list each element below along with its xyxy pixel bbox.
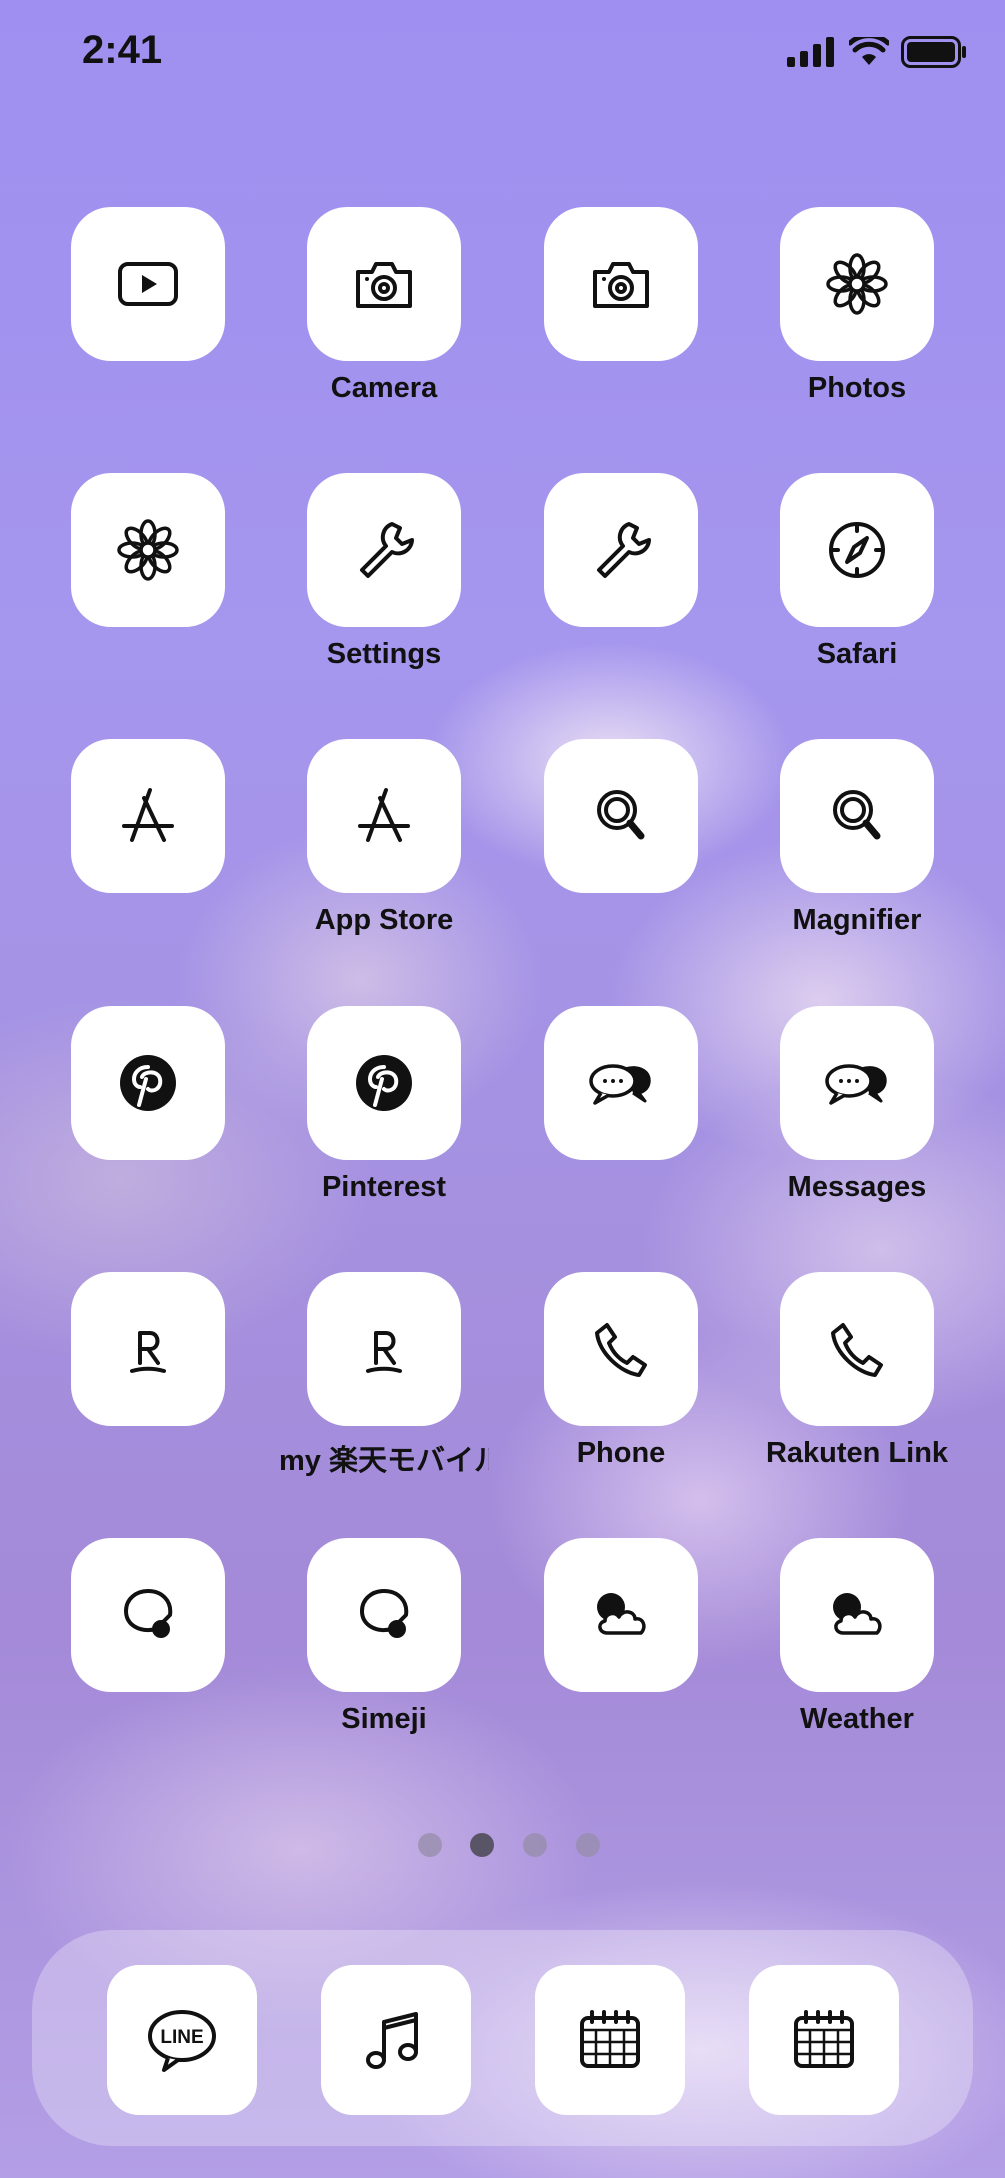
battery-icon (901, 36, 966, 68)
rakuten-r-icon (366, 1331, 402, 1373)
simeji-icon (124, 1589, 173, 1638)
app-label: my 楽天モバイル (279, 1445, 489, 1477)
phone-icon (831, 1323, 883, 1377)
weather-icon (833, 1593, 882, 1635)
calendar-icon (794, 2010, 854, 2068)
youtube-icon (118, 262, 178, 306)
app-icon-simeji[interactable] (71, 1538, 225, 1692)
app-label: Settings (326, 638, 442, 670)
app-icon-camera[interactable] (307, 207, 461, 361)
calendar-icon (580, 2010, 640, 2068)
rakuten-r-icon (130, 1331, 166, 1373)
app-label: Camera (330, 372, 438, 404)
app-icon-pinterest[interactable] (307, 1006, 461, 1160)
app-icon-chat-bubbles[interactable] (780, 1006, 934, 1160)
app-icon-wrench[interactable] (544, 473, 698, 627)
page-indicator[interactable] (0, 1833, 1005, 1859)
flower-icon (826, 253, 888, 315)
app-icon-simeji[interactable] (307, 1538, 461, 1692)
pinterest-icon (356, 1055, 412, 1111)
app-icon-pinterest[interactable] (71, 1006, 225, 1160)
dock-app-calendar[interactable] (535, 1965, 685, 2115)
app-icon-compass[interactable] (780, 473, 934, 627)
status-time: 2:41 (82, 28, 163, 72)
dock-app-line[interactable]: LINE (107, 1965, 257, 2115)
app-icon-flower[interactable] (780, 207, 934, 361)
app-store-icon (122, 788, 174, 842)
app-icon-phone[interactable] (544, 1272, 698, 1426)
app-label: Photos (807, 372, 907, 404)
app-icon-rakuten-r[interactable] (307, 1272, 461, 1426)
app-label: Pinterest (321, 1171, 447, 1203)
app-icon-magnifier[interactable] (544, 739, 698, 893)
page-dot[interactable] (470, 1833, 494, 1857)
camera-icon (593, 262, 649, 308)
cellular-signal-icon (787, 37, 834, 67)
page-dot[interactable] (523, 1833, 547, 1857)
music-note-icon (366, 2012, 418, 2069)
wrench-icon (597, 522, 651, 578)
magnifier-icon (833, 790, 881, 840)
weather-icon (597, 1593, 646, 1635)
app-icon-wrench[interactable] (307, 473, 461, 627)
app-label: Rakuten Link (765, 1437, 949, 1469)
wrench-icon (360, 522, 414, 578)
app-icon-weather[interactable] (780, 1538, 934, 1692)
app-icon-chat-bubbles[interactable] (544, 1006, 698, 1160)
magnifier-icon (597, 790, 645, 840)
app-icon-phone[interactable] (780, 1272, 934, 1426)
app-label: Weather (800, 1703, 914, 1735)
app-icon-app-store[interactable] (307, 739, 461, 893)
status-icons (787, 36, 967, 68)
chat-bubbles-icon (825, 1064, 887, 1105)
flower-icon (117, 519, 179, 581)
line-icon: LINE (148, 2010, 216, 2072)
app-icon-camera[interactable] (544, 207, 698, 361)
chat-bubbles-icon (589, 1064, 651, 1105)
app-label: Messages (787, 1171, 927, 1203)
phone-icon (595, 1323, 647, 1377)
app-label: App Store (314, 904, 454, 936)
status-bar: 2:41 (0, 0, 1005, 100)
pinterest-icon (120, 1055, 176, 1111)
app-store-icon (358, 788, 410, 842)
page-dot[interactable] (418, 1833, 442, 1857)
app-icon-rakuten-r[interactable] (71, 1272, 225, 1426)
compass-icon (829, 522, 885, 578)
app-label: Magnifier (792, 904, 922, 936)
line-logo-text: LINE (160, 2027, 203, 2048)
app-icon-app-store[interactable] (71, 739, 225, 893)
dock-app-calendar[interactable] (749, 1965, 899, 2115)
page-dot[interactable] (576, 1833, 600, 1857)
dock: LINE (32, 1930, 973, 2146)
dock-app-music-note[interactable] (321, 1965, 471, 2115)
app-icon-flower[interactable] (71, 473, 225, 627)
simeji-icon (360, 1589, 409, 1638)
camera-icon (356, 262, 412, 308)
app-icon-magnifier[interactable] (780, 739, 934, 893)
app-label: Safari (816, 638, 898, 670)
wifi-icon (849, 37, 889, 65)
app-label: Simeji (341, 1703, 427, 1735)
app-icon-youtube[interactable] (71, 207, 225, 361)
app-label: Phone (576, 1437, 666, 1469)
app-icon-weather[interactable] (544, 1538, 698, 1692)
